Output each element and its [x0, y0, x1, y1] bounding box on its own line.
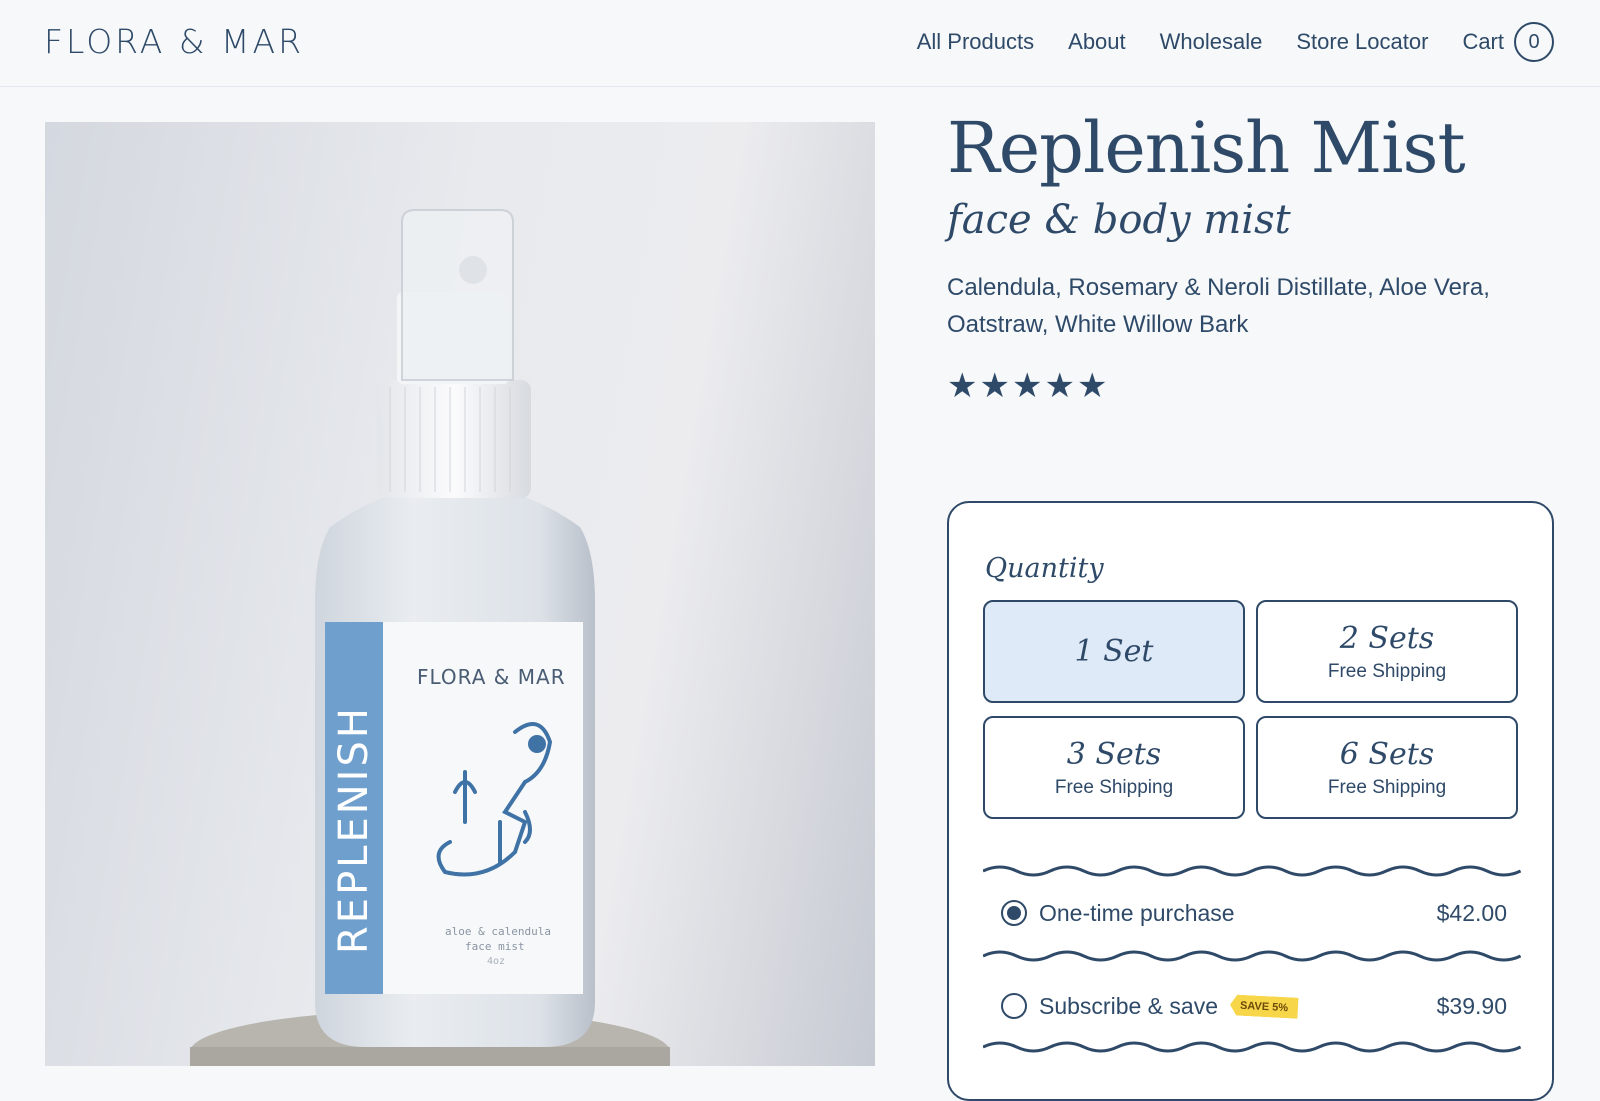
label-line2: face mist [465, 940, 525, 953]
quantity-label: Quantity [985, 553, 1104, 584]
quantity-option-3-sets[interactable]: 3 Sets Free Shipping [983, 716, 1245, 819]
nav-all-products[interactable]: All Products [917, 29, 1034, 55]
cart-count-badge: 0 [1514, 22, 1554, 62]
subscribe-price: $39.90 [1436, 992, 1507, 1019]
wave-divider [983, 950, 1521, 962]
star-icon: ★ [1044, 367, 1075, 405]
one-time-price: $42.00 [1436, 899, 1507, 926]
product-subtitle: face & body mist [947, 197, 1291, 243]
product-title: Replenish Mist [947, 107, 1466, 189]
radio-selected-dot [1007, 906, 1021, 920]
quantity-option-6-sets[interactable]: 6 Sets Free Shipping [1256, 716, 1518, 819]
product-info: Replenish Mist face & body mist Calendul… [947, 107, 1557, 404]
one-time-purchase-option[interactable]: One-time purchase $42.00 [1001, 893, 1507, 933]
quantity-option-1-set[interactable]: 1 Set [983, 600, 1245, 703]
nav-store-locator[interactable]: Store Locator [1296, 29, 1428, 55]
subscribe-label: Subscribe & save [1039, 992, 1218, 1019]
product-image[interactable]: REPLENISH FLORA & MAR aloe & calendula f… [45, 122, 875, 1066]
star-icon: ★ [979, 367, 1010, 405]
nav-about[interactable]: About [1068, 29, 1126, 55]
option-note: Free Shipping [1327, 660, 1447, 682]
one-time-radio[interactable] [1001, 900, 1027, 926]
quantity-option-2-sets[interactable]: 2 Sets Free Shipping [1256, 600, 1518, 703]
star-icon: ★ [1011, 367, 1043, 405]
main-nav: All Products About Wholesale Store Locat… [917, 22, 1554, 62]
label-side-text: REPLENISH [331, 705, 377, 954]
brand-logo[interactable]: FLORA & MAR [44, 22, 304, 61]
one-time-label: One-time purchase [1039, 899, 1235, 926]
option-note: Free Shipping [1327, 776, 1447, 798]
subscribe-radio[interactable] [1001, 993, 1027, 1019]
option-name: 1 Set [1074, 633, 1154, 669]
purchase-card: Quantity 1 Set 2 Sets Free Shipping 3 Se… [947, 501, 1554, 1101]
product-ingredients: Calendula, Rosemary & Neroli Distillate,… [947, 274, 1490, 338]
option-name: 2 Sets [1339, 620, 1435, 656]
option-name: 3 Sets [1066, 736, 1162, 772]
star-icon: ★ [947, 367, 978, 405]
option-note: Free Shipping [1054, 776, 1174, 798]
label-brand-text: FLORA & MAR [417, 665, 566, 689]
site-header: FLORA & MAR All Products About Wholesale… [0, 0, 1600, 87]
star-icon: ★ [1076, 367, 1108, 405]
save-badge: SAVE 5% [1229, 994, 1298, 1019]
wave-divider [983, 1041, 1521, 1053]
cart-link[interactable]: Cart 0 [1462, 22, 1554, 62]
option-name: 6 Sets [1339, 736, 1435, 772]
label-line1: aloe & calendula [445, 925, 551, 938]
bottle-illustration: REPLENISH FLORA & MAR aloe & calendula f… [190, 209, 670, 1066]
cart-label: Cart [1462, 29, 1504, 54]
rating-stars[interactable]: ★ ★ ★ ★ ★ [947, 369, 1557, 403]
label-size: 4oz [487, 956, 505, 967]
subscribe-option[interactable]: Subscribe & save SAVE 5% $39.90 [1001, 986, 1507, 1026]
wave-divider [983, 865, 1521, 877]
nav-wholesale[interactable]: Wholesale [1160, 29, 1263, 55]
